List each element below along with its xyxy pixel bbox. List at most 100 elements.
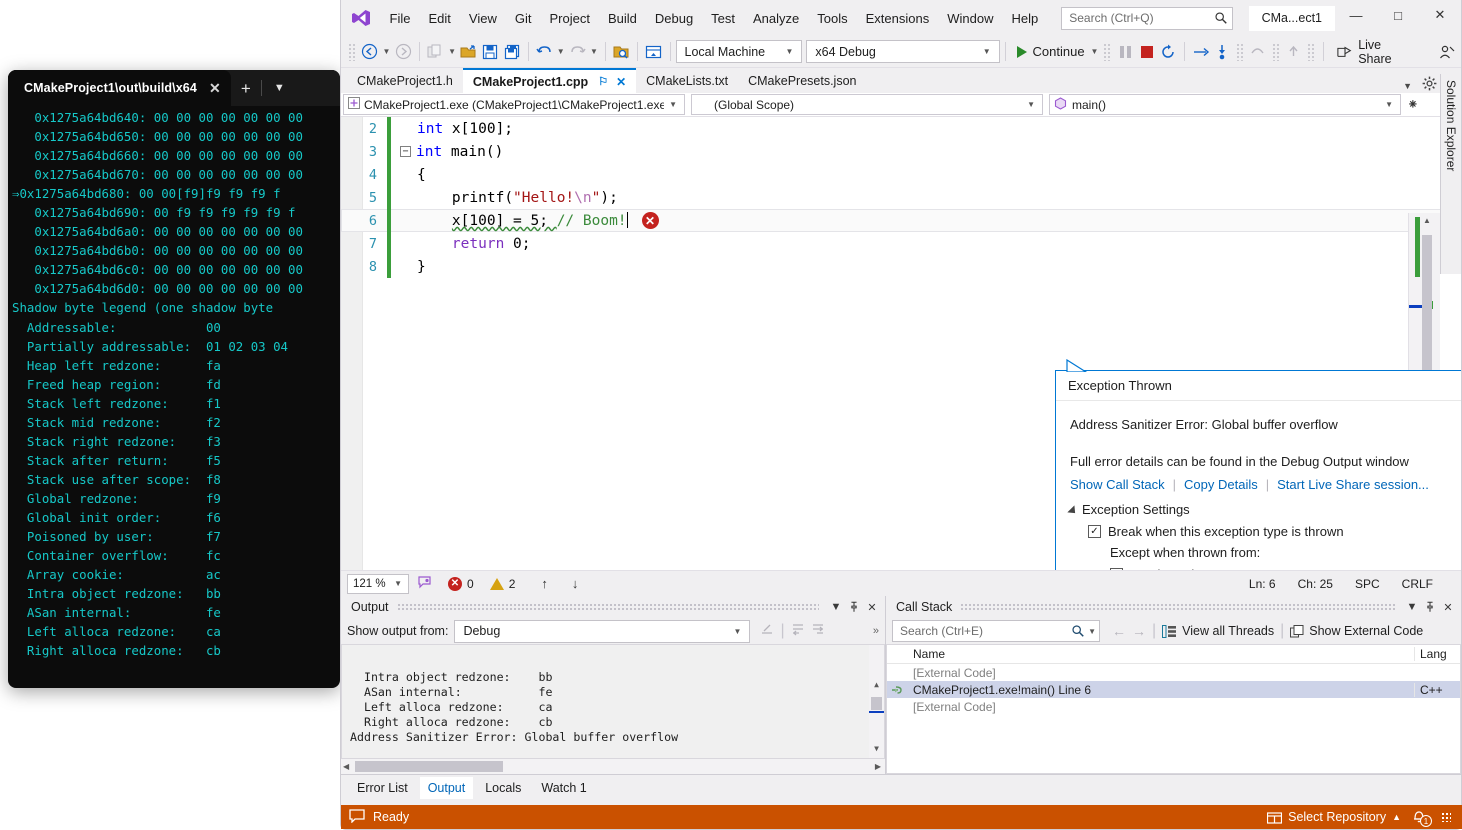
call-stack-table[interactable]: Name Lang [External Code]CMakeProject1.e… (886, 644, 1461, 774)
call-stack-row[interactable]: [External Code] (887, 664, 1460, 681)
document-tab-cmakelists-txt[interactable]: CMakeLists.txt (636, 68, 738, 93)
step-into-icon[interactable] (1211, 40, 1233, 64)
restart-icon[interactable] (1157, 40, 1179, 64)
toggle-word-wrap-icon[interactable] (791, 622, 805, 641)
zoom-level-select[interactable]: 121 % ▼ (347, 574, 409, 594)
continue-button[interactable]: Continue (1011, 44, 1089, 59)
live-share-feedback-icon[interactable] (1435, 40, 1457, 64)
notification-bell-button[interactable]: 1 (1411, 808, 1431, 826)
menu-item-edit[interactable]: Edit (419, 7, 459, 30)
menu-item-build[interactable]: Build (599, 7, 646, 30)
solution-explorer-tab[interactable]: Solution Explorer (1440, 74, 1461, 274)
select-repository-button[interactable]: Select Repository ▲ (1267, 810, 1401, 824)
output-source-select[interactable]: Debug ▼ (454, 620, 750, 643)
menu-item-window[interactable]: Window (938, 7, 1002, 30)
close-icon[interactable]: ✕ (616, 75, 626, 89)
split-view-icon[interactable]: ⁕ (1407, 96, 1419, 113)
scroll-right-arrow-icon[interactable]: ▶ (875, 762, 881, 771)
toolbar-grip[interactable] (1103, 43, 1111, 61)
arrow-up-icon[interactable]: ↑ (541, 576, 548, 591)
break-when-thrown-checkbox[interactable]: ✓ (1088, 525, 1101, 538)
scroll-up-arrow-icon[interactable]: ▲ (1422, 216, 1432, 225)
maximize-button[interactable]: □ (1377, 0, 1419, 30)
chevron-down-icon[interactable]: ▼ (1403, 597, 1421, 617)
show-next-statement-icon[interactable] (1190, 40, 1212, 64)
exception-settings-header[interactable]: Exception Settings (1070, 502, 1461, 517)
document-tab-cmakepresets-json[interactable]: CMakePresets.json (738, 68, 866, 93)
gear-icon[interactable] (1422, 76, 1437, 96)
project-chip[interactable]: CMa...ect1 (1249, 6, 1335, 31)
exception-thrown-dialog[interactable]: Exception Thrown (1055, 370, 1461, 570)
collapse-region-icon[interactable]: − (400, 146, 411, 157)
warning-count-badge[interactable]: 2 (490, 577, 516, 591)
chevron-down-icon[interactable]: ▼ (262, 70, 297, 106)
toolbar-grip[interactable] (348, 43, 356, 61)
chevron-down-icon[interactable]: ▼ (827, 597, 845, 617)
pin-icon[interactable] (845, 597, 863, 617)
call-stack-row[interactable]: CMakeProject1.exe!main() Line 6C++ (887, 681, 1460, 698)
toolbar-grip[interactable] (1307, 43, 1315, 61)
menu-item-view[interactable]: View (460, 7, 506, 30)
go-to-message-icon[interactable] (811, 622, 825, 641)
toolbar-grip[interactable] (1272, 43, 1280, 61)
scroll-up-arrow-icon[interactable]: ▲ (869, 675, 884, 692)
chevron-down-icon[interactable]: ▼ (1085, 627, 1096, 636)
scope-select[interactable]: (Global Scope) ▼ (691, 94, 1043, 115)
arrow-down-icon[interactable]: ↓ (572, 576, 579, 591)
arrow-left-icon[interactable]: ← (1112, 623, 1126, 639)
bottom-tab-error-list[interactable]: Error List (349, 777, 416, 799)
scroll-left-arrow-icon[interactable]: ◀ (343, 762, 349, 771)
project-context-select[interactable]: CMakeProject1.exe (CMakeProject1\CMakePr… (343, 94, 685, 115)
view-all-threads-button[interactable]: View all Threads (1162, 624, 1274, 638)
save-all-icon[interactable] (501, 40, 523, 64)
step-out-icon[interactable] (1283, 40, 1305, 64)
back-dropdown-icon[interactable]: ▼ (381, 40, 393, 64)
pin-icon[interactable] (1421, 597, 1439, 617)
feedback-icon[interactable] (417, 575, 432, 593)
continue-dropdown-icon[interactable]: ▼ (1089, 40, 1101, 64)
continue-icon[interactable] (1454, 373, 1461, 399)
bottom-tab-output[interactable]: Output (420, 777, 474, 799)
output-horizontal-scrollbar[interactable]: ◀ ▶ (341, 759, 885, 774)
exe-exclusion-checkbox[interactable] (1110, 568, 1123, 570)
document-tab-cmakeproject1-h[interactable]: CMakeProject1.h (347, 68, 463, 93)
exe-exclusion-row[interactable]: CMakeProject1.exe (1110, 567, 1461, 570)
code-editor[interactable]: 2 int x[100]; 3 − int main() 4 { 5 (341, 117, 1461, 570)
menu-item-debug[interactable]: Debug (646, 7, 702, 30)
document-tab-cmakeproject1-cpp[interactable]: CMakeProject1.cpp⚐✕ (463, 68, 636, 93)
output-text[interactable]: Intra object redzone: bb ASan internal: … (341, 644, 885, 759)
bottom-tab-locals[interactable]: Locals (477, 777, 529, 799)
configuration-select[interactable]: x64 Debug ▼ (806, 40, 999, 63)
start-live-share-link[interactable]: Start Live Share session... (1277, 477, 1429, 492)
step-over-icon[interactable] (1247, 40, 1269, 64)
search-input[interactable]: Search (Ctrl+Q) (1061, 7, 1232, 30)
scrollbar-thumb[interactable] (1422, 235, 1432, 375)
minimize-button[interactable]: — (1335, 0, 1377, 30)
menu-item-test[interactable]: Test (702, 7, 744, 30)
panel-drag-handle[interactable] (397, 603, 819, 611)
resize-grip[interactable] (1441, 812, 1451, 822)
toolbar-grip[interactable] (1236, 43, 1244, 61)
show-call-stack-link[interactable]: Show Call Stack (1070, 477, 1165, 492)
column-header-lang[interactable]: Lang (1414, 647, 1460, 661)
undo-dropdown-icon[interactable]: ▼ (555, 40, 567, 64)
close-icon[interactable]: ✕ (1439, 597, 1457, 617)
chevron-down-icon[interactable]: ▼ (1403, 81, 1412, 91)
close-button[interactable]: ✕ (1419, 0, 1461, 30)
menu-item-git[interactable]: Git (506, 7, 541, 30)
solution-view-icon[interactable] (643, 40, 665, 64)
pin-icon[interactable]: ⚐ (598, 75, 608, 88)
save-icon[interactable] (479, 40, 501, 64)
panel-drag-handle[interactable] (960, 603, 1395, 611)
navigate-back-icon[interactable] (359, 40, 381, 64)
menu-item-extensions[interactable]: Extensions (857, 7, 939, 30)
close-icon[interactable]: ✕ (207, 81, 223, 95)
menu-item-project[interactable]: Project (540, 7, 598, 30)
redo-dropdown-icon[interactable]: ▼ (588, 40, 600, 64)
new-item-dropdown-icon[interactable]: ▼ (446, 40, 458, 64)
close-icon[interactable]: ✕ (863, 597, 881, 617)
plus-icon[interactable]: + (231, 70, 261, 106)
target-machine-select[interactable]: Local Machine ▼ (676, 40, 803, 63)
call-stack-search-input[interactable]: Search (Ctrl+E) ▼ (892, 620, 1100, 642)
menu-item-file[interactable]: File (381, 7, 420, 30)
